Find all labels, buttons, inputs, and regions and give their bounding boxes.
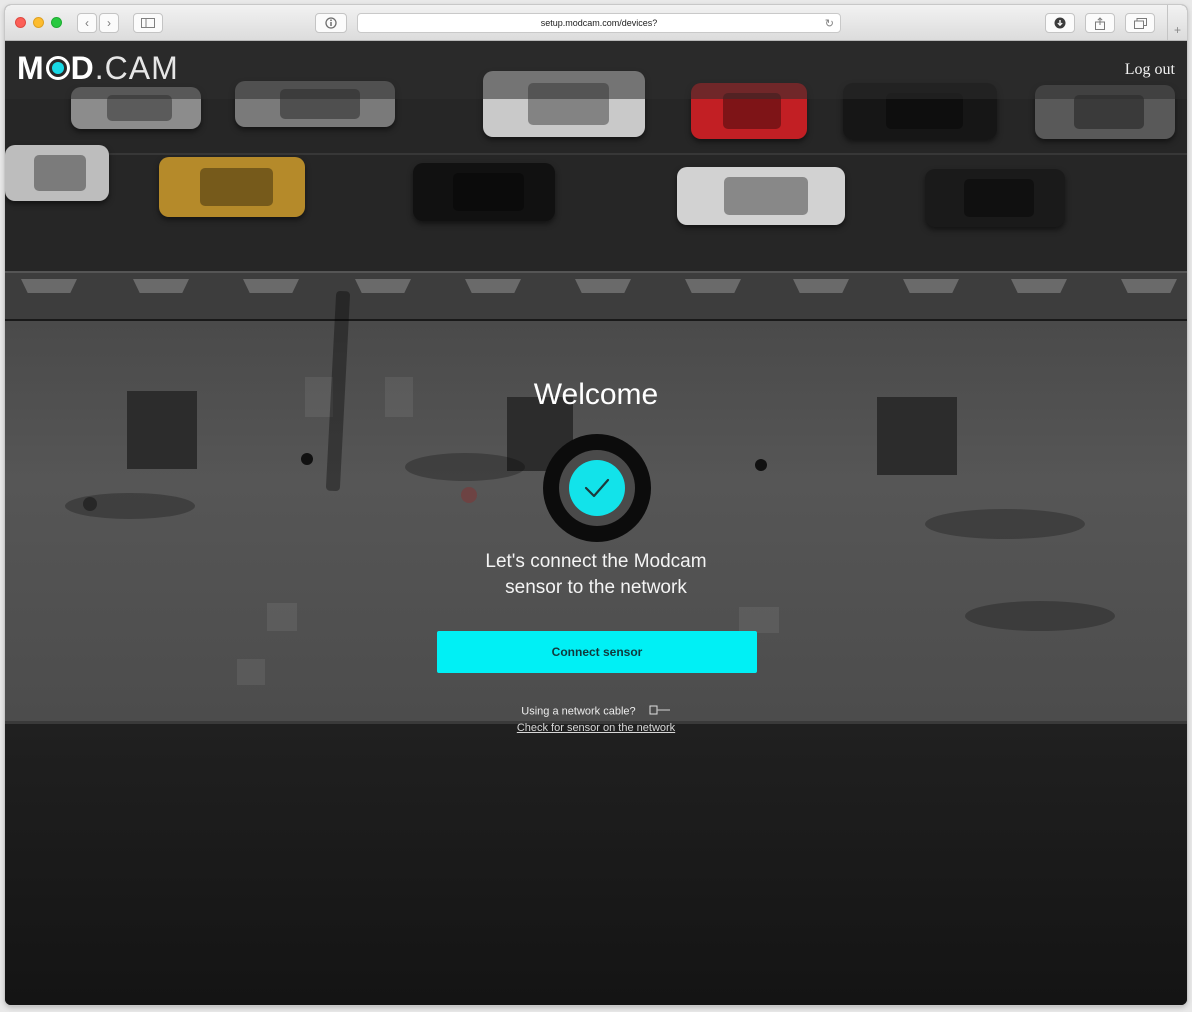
sidebar-toggle-button[interactable]: [133, 13, 163, 33]
subtitle-line-2: sensor to the network: [505, 577, 687, 598]
car: [5, 145, 109, 201]
url-text: setup.modcam.com/devices?: [540, 18, 658, 28]
address-bar[interactable]: setup.modcam.com/devices? ↻: [357, 13, 841, 33]
pedestrian: [83, 497, 97, 511]
paving-tile: [739, 607, 779, 633]
share-icon: [1095, 16, 1105, 30]
curb-grate: [793, 279, 849, 293]
network-cable-icon: [649, 705, 671, 718]
curb-grate: [685, 279, 741, 293]
curb-grate: [575, 279, 631, 293]
tabs-icon: [1133, 17, 1147, 29]
share-button[interactable]: [1085, 13, 1115, 33]
lane-marking: [5, 153, 1187, 155]
show-tabs-button[interactable]: [1125, 13, 1155, 33]
pedestrian-shadow: [965, 601, 1115, 631]
zoom-window-button[interactable]: [51, 17, 62, 28]
logo-o-icon: [45, 56, 70, 80]
browser-window: ‹ › setup.modcam.com/devices? ↻ + M D .C…: [5, 5, 1187, 1005]
curb: [5, 271, 1187, 321]
street-lamp: [755, 459, 767, 471]
black-car: [413, 163, 555, 221]
curb-grate: [903, 279, 959, 293]
curb-grate: [1011, 279, 1067, 293]
welcome-title: Welcome: [533, 378, 659, 411]
connection-status-indicator: [543, 434, 651, 542]
street-lamp: [301, 453, 313, 465]
back-button[interactable]: ‹: [77, 13, 97, 33]
logout-link[interactable]: Log out: [1125, 61, 1175, 79]
status-ring-inner: [569, 460, 625, 516]
close-window-button[interactable]: [15, 17, 26, 28]
reload-icon[interactable]: ↻: [825, 17, 834, 30]
curb-grate: [465, 279, 521, 293]
logo-mark: D: [70, 50, 95, 86]
back-arrow-icon: ‹: [85, 16, 89, 30]
status-ring-middle: [559, 450, 635, 526]
modcam-logo[interactable]: M D .CAM: [17, 52, 179, 84]
paving-tile: [237, 659, 265, 685]
cable-question-text: Using a network cable?: [521, 705, 636, 718]
curb-grate: [1121, 279, 1177, 293]
network-cable-row: Using a network cable?: [5, 705, 1187, 718]
site-header: M D .CAM Log out: [5, 41, 1187, 99]
paving-tile: [267, 603, 297, 631]
new-tab-button[interactable]: +: [1167, 5, 1187, 40]
curb-grate: [133, 279, 189, 293]
white-car: [677, 167, 845, 225]
minimize-window-button[interactable]: [33, 17, 44, 28]
web-page: M D .CAM Log out Welcome Let's connect t…: [5, 41, 1187, 1005]
browser-toolbar: ‹ › setup.modcam.com/devices? ↻ +: [5, 5, 1187, 41]
pedestrian: [461, 487, 477, 503]
site-info-button[interactable]: [315, 13, 347, 33]
yellow-taxi: [159, 157, 305, 217]
pedestrian-shadow: [405, 453, 525, 481]
welcome-subtitle: Let's connect the Modcam sensor to the n…: [5, 549, 1187, 601]
forward-button[interactable]: ›: [99, 13, 119, 33]
pedestrian-shadow: [925, 509, 1085, 539]
black-car: [925, 169, 1065, 227]
curb-grate: [355, 279, 411, 293]
road-bottom: [5, 721, 1187, 1005]
curb-grate: [243, 279, 299, 293]
logo-suffix: .CAM: [94, 50, 179, 86]
forward-arrow-icon: ›: [107, 16, 111, 30]
curb-grate: [21, 279, 77, 293]
connect-sensor-button[interactable]: Connect sensor: [437, 631, 757, 673]
checkmark-icon: [584, 478, 610, 498]
check-sensor-link[interactable]: Check for sensor on the network: [5, 722, 1187, 734]
logo-mark: M: [17, 50, 45, 86]
sidebar-icon: [141, 18, 155, 28]
subtitle-line-1: Let's connect the Modcam: [485, 551, 707, 572]
plus-icon: +: [1173, 23, 1181, 37]
download-icon: [1054, 17, 1066, 29]
downloads-button[interactable]: [1045, 13, 1075, 33]
info-icon: [325, 17, 337, 29]
